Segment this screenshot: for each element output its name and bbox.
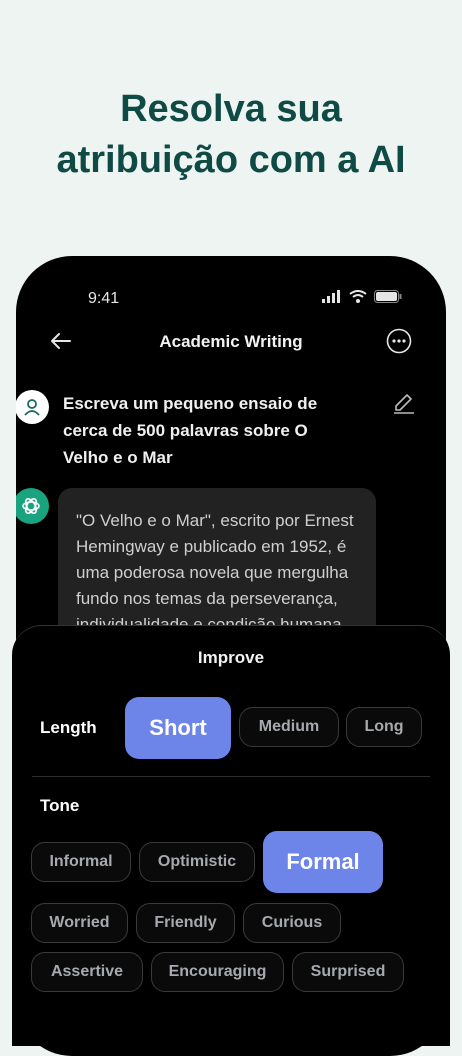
tone-option-assertive[interactable]: Assertive <box>31 952 143 992</box>
battery-icon <box>374 290 402 303</box>
user-icon <box>24 399 40 416</box>
headline: Resolva sua atribuição com a AI <box>0 84 462 186</box>
ai-logo-icon <box>22 497 40 515</box>
tone-option-surprised[interactable]: Surprised <box>292 952 404 992</box>
tone-option-friendly[interactable]: Friendly <box>136 903 235 943</box>
wifi-icon <box>349 290 367 303</box>
tone-option-formal[interactable]: Formal <box>263 831 383 893</box>
section-divider <box>32 776 430 777</box>
signal-icon <box>322 290 340 303</box>
user-avatar <box>16 390 49 424</box>
ai-avatar <box>16 488 49 524</box>
status-icons <box>322 290 402 303</box>
length-option-short[interactable]: Short <box>125 697 231 759</box>
tone-option-informal[interactable]: Informal <box>31 842 131 882</box>
improve-title: Improve <box>197 648 265 667</box>
tone-option-encouraging[interactable]: Encouraging <box>151 952 284 992</box>
tone-option-worried[interactable]: Worried <box>31 903 128 943</box>
nav-title: Academic Writing <box>159 332 303 351</box>
length-option-long[interactable]: Long <box>346 707 422 747</box>
user-message: Escreva um pequeno ensaio de cerca de 50… <box>63 394 318 467</box>
headline-line-2: atribuição com a AI <box>56 139 406 181</box>
tone-option-curious[interactable]: Curious <box>243 903 341 943</box>
more-options-icon[interactable] <box>386 328 412 354</box>
length-option-medium[interactable]: Medium <box>239 707 339 747</box>
tone-option-optimistic[interactable]: Optimistic <box>139 842 255 882</box>
length-label: Length <box>40 718 97 737</box>
tone-label: Tone <box>40 796 80 815</box>
headline-line-1: Resolva sua <box>120 88 342 130</box>
ai-message-text: "O Velho e o Mar", escrito por Ernest He… <box>76 511 354 634</box>
edit-pencil-icon[interactable] <box>392 390 416 414</box>
improve-sheet: Improve Length Short Medium Long Tone In… <box>12 625 450 1046</box>
status-time: 9:41 <box>88 290 120 307</box>
